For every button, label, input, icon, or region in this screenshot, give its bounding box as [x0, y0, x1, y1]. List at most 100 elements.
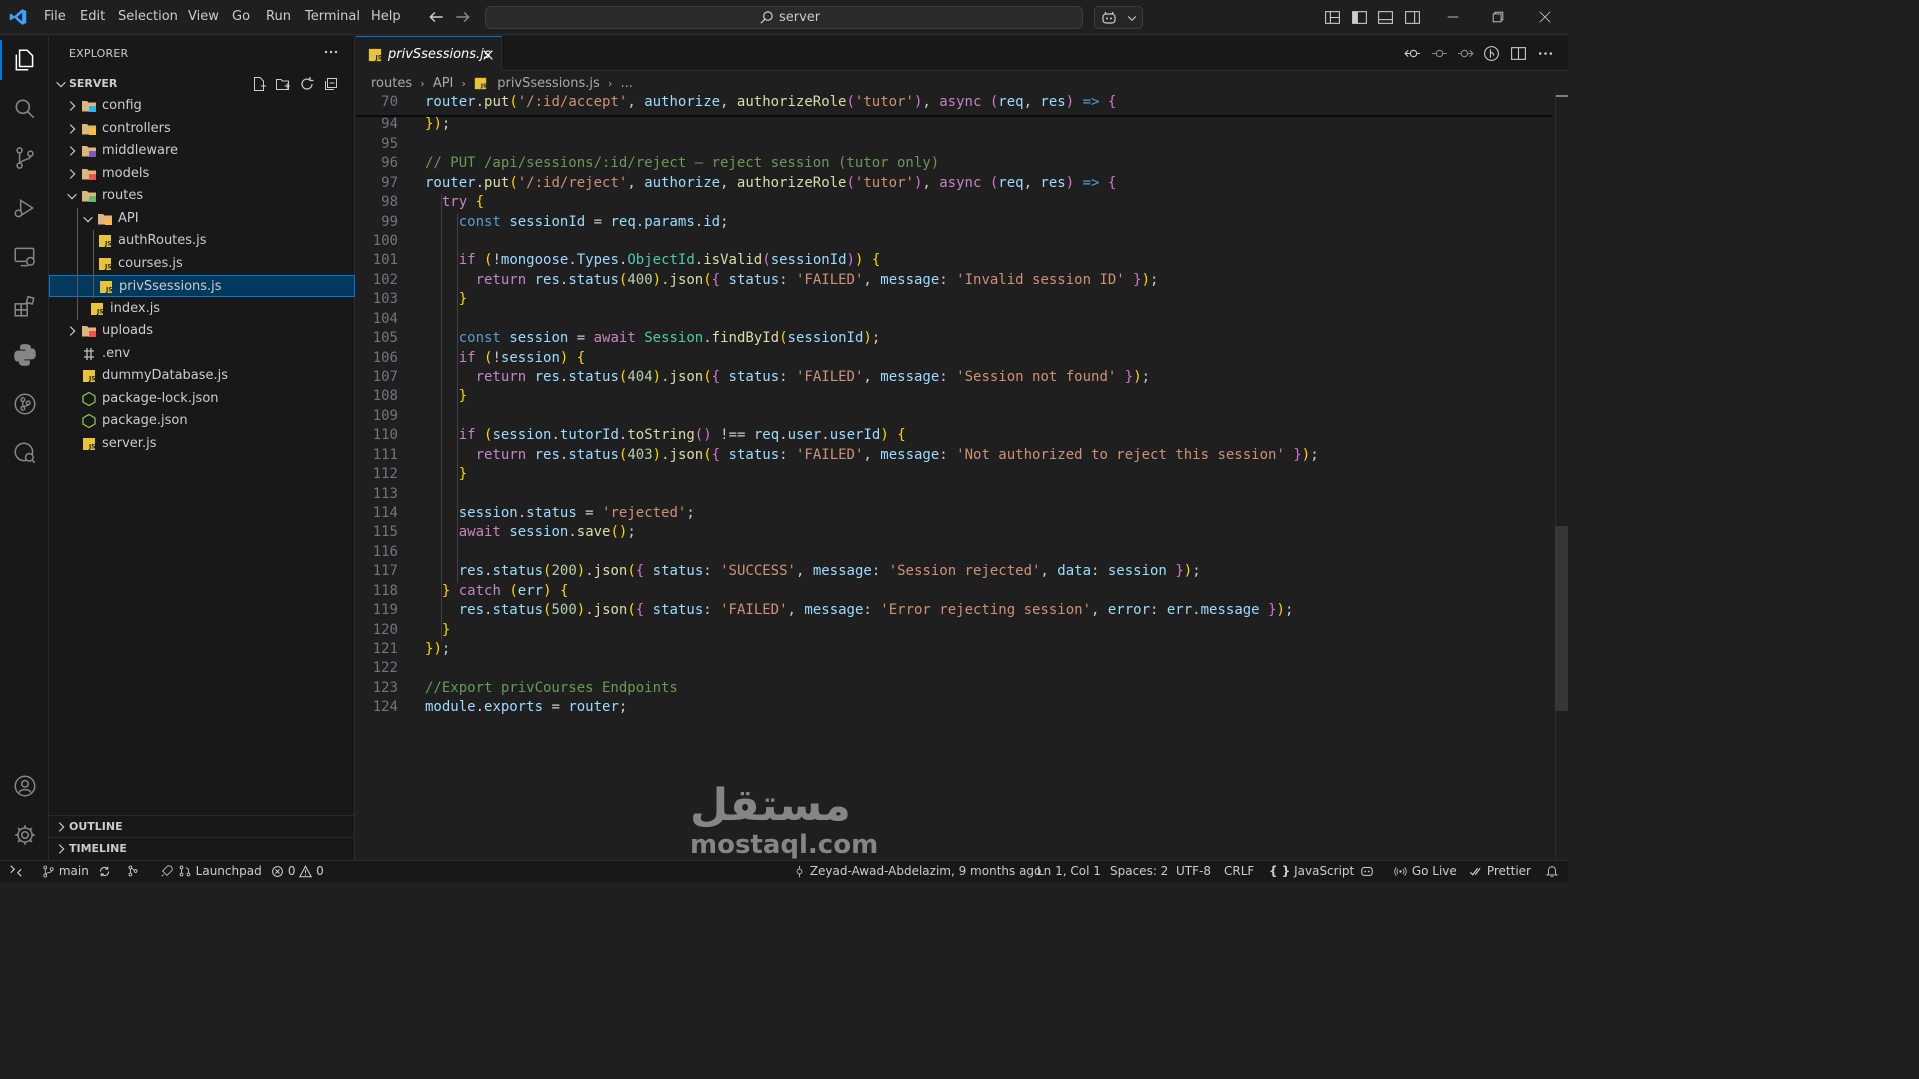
- code-line[interactable]: 105 const session = await Session.findBy…: [356, 330, 1556, 349]
- toggle-primary-sidebar-icon[interactable]: [1351, 9, 1368, 26]
- tree-item-dummydatabase-js[interactable]: JS dummyDatabase.js: [49, 365, 355, 387]
- code-line[interactable]: 117 res.status(200).json({ status: 'SUCC…: [356, 563, 1556, 582]
- run-debug-icon[interactable]: [12, 195, 38, 221]
- menu-go[interactable]: Go: [232, 9, 250, 24]
- code-line[interactable]: 110 if (session.tutorId.toString() !== r…: [356, 427, 1556, 446]
- next-revision-icon[interactable]: [1457, 45, 1474, 62]
- arrow-right-icon[interactable]: [454, 8, 472, 26]
- code-line[interactable]: 104: [356, 311, 1556, 330]
- code-line[interactable]: 103 }: [356, 291, 1556, 310]
- code-line[interactable]: 95: [356, 136, 1556, 155]
- refresh-icon[interactable]: [299, 76, 315, 92]
- code-line[interactable]: 124 module.exports = router;: [356, 699, 1556, 718]
- code-line[interactable]: 121});: [356, 641, 1556, 660]
- code-line[interactable]: 96 // PUT /api/sessions/:id/reject – reje…: [356, 155, 1556, 174]
- menu-file[interactable]: File: [44, 9, 66, 24]
- menu-selection[interactable]: Selection: [118, 9, 178, 24]
- tree-item-package-lock-json[interactable]: package-lock.json: [49, 388, 355, 410]
- code-line[interactable]: 123 //Export privCourses Endpoints: [356, 680, 1556, 699]
- end-of-line[interactable]: CRLF: [1224, 864, 1254, 880]
- vertical-scrollbar[interactable]: [1555, 93, 1568, 860]
- remote-explorer-icon[interactable]: [12, 244, 38, 270]
- indentation[interactable]: Spaces: 2: [1110, 864, 1168, 880]
- code-line[interactable]: 118 } catch (err) {: [356, 583, 1556, 602]
- explorer-icon[interactable]: [12, 47, 38, 73]
- tree-item-api[interactable]: API: [49, 208, 355, 230]
- extensions-icon[interactable]: [12, 293, 38, 319]
- code-line[interactable]: 106 if (!session) {: [356, 350, 1556, 369]
- code-line[interactable]: 122: [356, 660, 1556, 679]
- tree-item-courses-js[interactable]: JS courses.js: [49, 253, 355, 275]
- more-actions-icon[interactable]: [323, 44, 339, 60]
- cursor-position[interactable]: Ln 1, Col 1: [1037, 864, 1101, 880]
- code-line[interactable]: 100: [356, 233, 1556, 252]
- code-line[interactable]: 119 res.status(500).json({ status: 'FAIL…: [356, 602, 1556, 621]
- previous-revision-icon[interactable]: [1431, 45, 1448, 62]
- close-icon[interactable]: [481, 48, 495, 62]
- vscode-logo-icon[interactable]: [9, 8, 27, 26]
- tree-item-env[interactable]: .env: [49, 343, 355, 365]
- code-line[interactable]: 116: [356, 544, 1556, 563]
- copilot-menu-button[interactable]: [1094, 6, 1143, 29]
- tree-item-package-json[interactable]: package.json: [49, 410, 355, 432]
- code-line[interactable]: 114 session.status = 'rejected';: [356, 505, 1556, 524]
- tree-item-middleware[interactable]: middleware: [49, 140, 355, 162]
- menu-view[interactable]: View: [188, 9, 219, 24]
- code-line[interactable]: 112 }: [356, 466, 1556, 485]
- git-branch[interactable]: main: [42, 864, 111, 880]
- go-live-status[interactable]: Go Live: [1393, 864, 1457, 880]
- arrow-left-icon[interactable]: [427, 8, 445, 26]
- minimize-icon[interactable]: [1446, 10, 1460, 24]
- editor-tab-active[interactable]: JS privSsessions.js: [356, 36, 502, 71]
- git-blame-status[interactable]: Zeyad-Awad-Abdelazim, 9 months ago: [793, 864, 1041, 880]
- more-actions-icon[interactable]: [1537, 45, 1554, 62]
- code-line[interactable]: 97 router.put('/:id/reject', authorize, a…: [356, 175, 1556, 194]
- code-line[interactable]: 120 }: [356, 622, 1556, 641]
- new-file-icon[interactable]: [251, 76, 267, 92]
- git-graph-search-icon[interactable]: [12, 440, 38, 466]
- gitlens-inspect-icon[interactable]: [1483, 45, 1500, 62]
- manage-gear-icon[interactable]: [12, 822, 38, 848]
- notifications[interactable]: [1545, 864, 1559, 880]
- prettier-status[interactable]: Prettier: [1469, 864, 1531, 880]
- menu-terminal[interactable]: Terminal: [305, 9, 360, 24]
- python-icon[interactable]: [12, 342, 38, 368]
- open-changes-icon[interactable]: [1404, 45, 1421, 62]
- new-folder-icon[interactable]: [275, 76, 291, 92]
- code-line[interactable]: 101 if (!mongoose.Types.ObjectId.isValid…: [356, 252, 1556, 271]
- breadcrumb-file[interactable]: privSsessions.js: [497, 76, 600, 91]
- code-line[interactable]: 113: [356, 486, 1556, 505]
- menu-help[interactable]: Help: [371, 9, 401, 24]
- encoding[interactable]: UTF-8: [1176, 864, 1211, 880]
- breadcrumb-api[interactable]: API: [433, 76, 454, 91]
- collapse-all-icon[interactable]: [323, 76, 339, 92]
- tree-item-authroutes-js[interactable]: JS authRoutes.js: [49, 230, 355, 252]
- workspace-folder-header[interactable]: SERVER: [49, 73, 355, 95]
- launchpad-status[interactable]: Launchpad: [160, 864, 262, 880]
- menu-edit[interactable]: Edit: [80, 9, 105, 24]
- remote-indicator[interactable]: [9, 864, 23, 880]
- search-activity-icon[interactable]: [12, 96, 38, 122]
- code-editor[interactable]: 93 }94});9596// PUT /api/sessions/:id/re…: [356, 93, 1556, 793]
- tree-item-server-js[interactable]: JS server.js: [49, 433, 355, 455]
- language-mode[interactable]: { } JavaScript: [1269, 864, 1354, 880]
- close-window-icon[interactable]: [1538, 10, 1552, 24]
- breadcrumb-routes[interactable]: routes: [371, 76, 412, 91]
- tree-item-routes[interactable]: routes: [49, 185, 355, 207]
- accounts-icon[interactable]: [12, 773, 38, 799]
- split-editor-icon[interactable]: [1510, 45, 1527, 62]
- code-line[interactable]: 99 const sessionId = req.params.id;: [356, 214, 1556, 233]
- command-center-search[interactable]: server: [485, 6, 1083, 29]
- toggle-panel-icon[interactable]: [1377, 9, 1394, 26]
- breadcrumb-symbols[interactable]: ...: [620, 76, 632, 91]
- gitlens-icon[interactable]: [12, 391, 38, 417]
- code-line[interactable]: 94});: [356, 116, 1556, 135]
- tree-item-config[interactable]: config: [49, 95, 355, 117]
- code-line[interactable]: 111 return res.status(403).json({ status…: [356, 447, 1556, 466]
- scrollbar-thumb[interactable]: [1555, 526, 1568, 711]
- source-control-icon[interactable]: [12, 145, 38, 171]
- code-line[interactable]: 108 }: [356, 388, 1556, 407]
- tree-item-privssessions-js[interactable]: JS privSsessions.js: [49, 275, 355, 297]
- sticky-scroll-line[interactable]: 70 router.put('/:id/accept', authorize, a…: [356, 94, 1556, 113]
- code-line[interactable]: 109: [356, 408, 1556, 427]
